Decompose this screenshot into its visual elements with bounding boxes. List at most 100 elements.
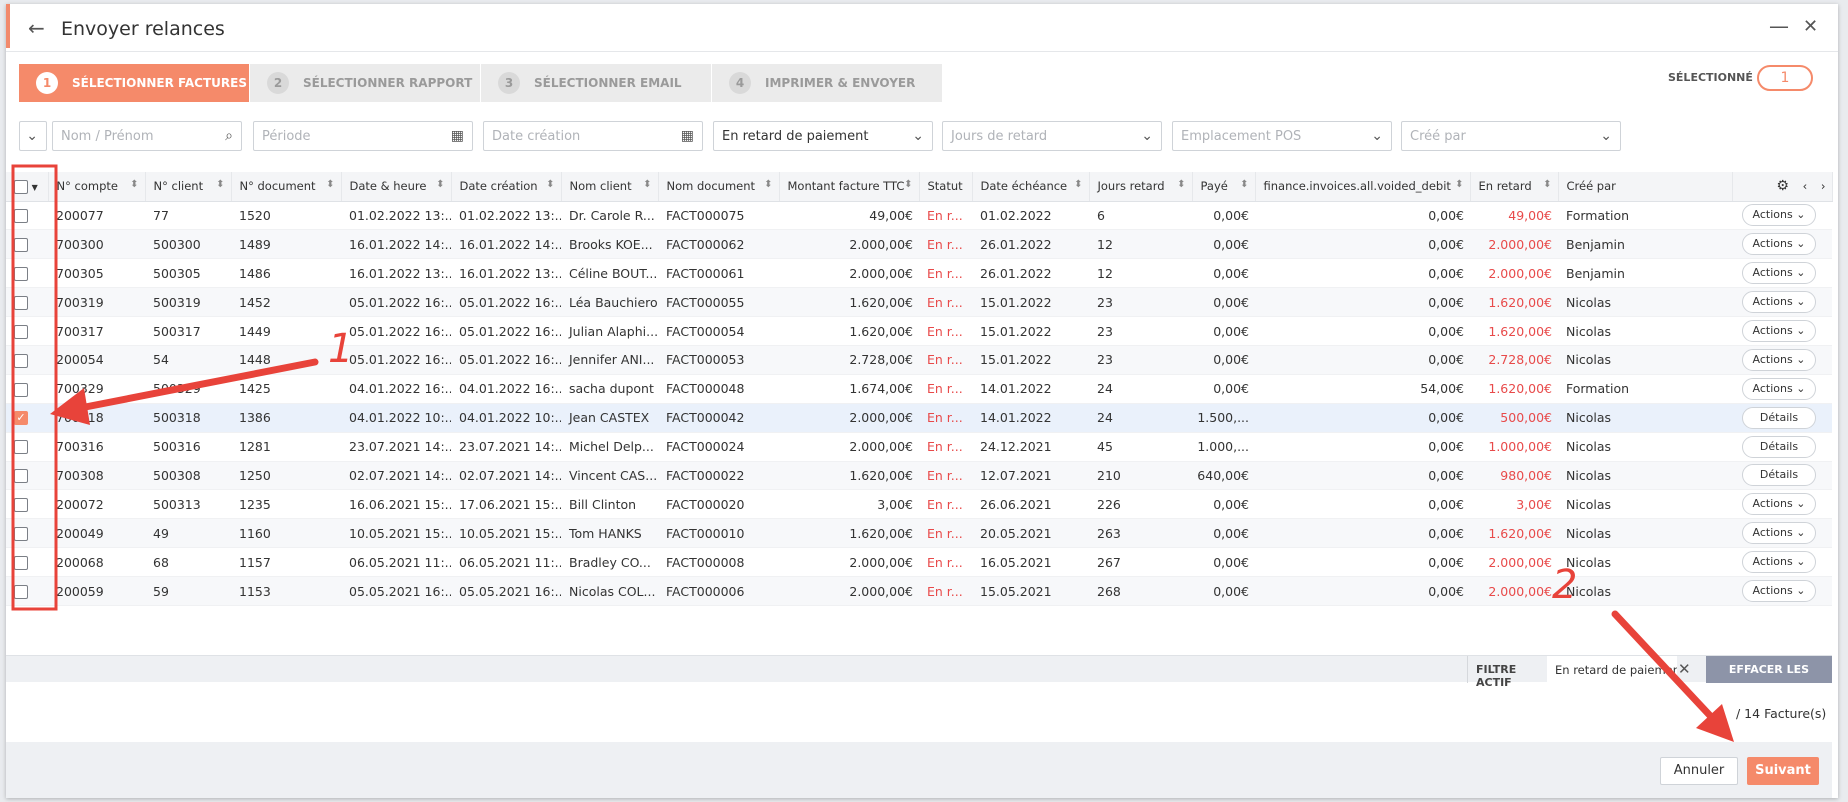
cell-due: 15.01.2022 xyxy=(972,345,1089,375)
cell-select xyxy=(6,432,48,462)
col-datetime[interactable]: Date & heure ⬍ xyxy=(341,172,452,202)
cell-datetime: 16.01.2022 14:... xyxy=(341,229,451,260)
select-all-checkbox[interactable] xyxy=(14,179,28,194)
actions-button[interactable]: Actions ⌄ xyxy=(1742,580,1816,603)
col-amount[interactable]: Montant facture TTC ⬍ xyxy=(779,172,920,202)
col-client[interactable]: N° client ⬍ xyxy=(145,172,232,202)
table-row[interactable]: 700319 500319 1452 05.01.2022 16:... 05.01.2… xyxy=(6,287,1832,318)
step-select-invoices[interactable]: 1 SÉLECTIONNER FACTURES xyxy=(19,64,250,102)
col-doc-name[interactable]: Nom document ⬍ xyxy=(658,172,780,202)
bulk-dropdown[interactable]: ⌄ xyxy=(19,121,47,151)
gear-icon[interactable]: ⚙ xyxy=(1776,178,1789,194)
back-arrow-icon[interactable]: ← xyxy=(28,16,45,40)
cell-amount: 2.000,00€ xyxy=(779,258,919,289)
col-due[interactable]: Date échéance ⬍ xyxy=(972,172,1090,202)
select-all-header[interactable]: ▼ xyxy=(6,172,49,202)
details-button[interactable]: Détails xyxy=(1742,435,1816,458)
table-row[interactable]: 200054 54 1448 05.01.2022 16:... 05.01.2022 … xyxy=(6,345,1832,375)
cell-client: 500317 xyxy=(145,316,231,346)
step-print-send[interactable]: 4 IMPRIMER & ENVOYER xyxy=(712,64,943,102)
row-checkbox[interactable] xyxy=(14,382,28,397)
actions-button[interactable]: Actions ⌄ xyxy=(1742,493,1816,516)
creation-date-input[interactable]: Date création ▦ xyxy=(483,121,703,151)
row-checkbox[interactable] xyxy=(14,324,28,339)
table-row[interactable]: 700300 500300 1489 16.01.2022 14:... 16.01.2… xyxy=(6,229,1832,260)
sort-icon: ⬍ xyxy=(904,179,913,190)
cell-late-days: 23 xyxy=(1089,345,1192,375)
row-checkbox[interactable] xyxy=(14,295,28,310)
col-created[interactable]: Date création ⬍ xyxy=(451,172,562,202)
row-checkbox[interactable] xyxy=(14,440,28,455)
row-checkbox[interactable] xyxy=(14,238,28,253)
details-button[interactable]: Détails xyxy=(1742,406,1816,429)
cell-created-by: Nicolas xyxy=(1558,547,1732,578)
details-button[interactable]: Détails xyxy=(1742,464,1816,487)
row-checkbox[interactable] xyxy=(14,353,28,368)
table-row[interactable]: 700317 500317 1449 05.01.2022 16:... 05.01.2… xyxy=(6,316,1832,346)
table-row[interactable]: 700316 500316 1281 23.07.2021 14:... 23.07.2… xyxy=(6,432,1832,462)
chevron-left-icon[interactable]: ‹ xyxy=(1803,179,1808,193)
col-status[interactable]: Statut xyxy=(919,172,973,202)
col-document[interactable]: N° document ⬍ xyxy=(231,172,342,202)
pos-location-select[interactable]: Emplacement POS ⌄ xyxy=(1172,121,1392,151)
step-number: 3 xyxy=(498,72,520,94)
row-checkbox[interactable] xyxy=(14,555,28,570)
cell-datetime: 01.02.2022 13:... xyxy=(341,201,451,231)
period-input[interactable]: Période ▦ xyxy=(253,121,473,151)
actions-button[interactable]: Actions ⌄ xyxy=(1742,551,1816,574)
col-voided[interactable]: finance.invoices.all.voided_debit ⬍ xyxy=(1255,172,1471,202)
name-search-input[interactable]: Nom / Prénom ⌕ xyxy=(52,121,242,151)
actions-button[interactable]: Actions ⌄ xyxy=(1742,348,1816,371)
row-checkbox[interactable]: ✓ xyxy=(14,411,28,426)
row-checkbox[interactable] xyxy=(14,266,28,281)
cell-document: 1386 xyxy=(231,403,341,433)
cell-datetime: 16.06.2021 15:... xyxy=(341,489,451,520)
clear-filters-button[interactable]: EFFACER LES FILTRES xyxy=(1706,656,1832,703)
late-days-select[interactable]: Jours de retard ⌄ xyxy=(942,121,1162,151)
table-row[interactable]: 200049 49 1160 10.05.2021 15:... 10.05.2021 … xyxy=(6,518,1832,549)
cancel-button[interactable]: Annuler xyxy=(1660,757,1738,785)
row-checkbox[interactable] xyxy=(14,526,28,541)
cell-late-days: 268 xyxy=(1089,576,1192,606)
actions-button[interactable]: Actions ⌄ xyxy=(1742,204,1816,227)
step-select-report[interactable]: 2 SÉLECTIONNER RAPPORT xyxy=(250,64,481,102)
cell-client-name: Jennifer ANI... xyxy=(561,345,658,375)
actions-button[interactable]: Actions ⌄ xyxy=(1742,262,1816,285)
next-button[interactable]: Suivant xyxy=(1747,757,1819,785)
actions-button[interactable]: Actions ⌄ xyxy=(1742,320,1816,342)
col-client-name[interactable]: Nom client ⬍ xyxy=(561,172,659,202)
row-checkbox[interactable] xyxy=(14,209,28,224)
cell-due: 26.01.2022 xyxy=(972,258,1089,289)
status-select[interactable]: En retard de paiement ⌄ xyxy=(713,121,933,151)
col-late-amount[interactable]: En retard ⬍ xyxy=(1470,172,1559,202)
table-row[interactable]: 700305 500305 1486 16.01.2022 13:... 16.01.2… xyxy=(6,258,1832,289)
created-by-select[interactable]: Créé par ⌄ xyxy=(1401,121,1621,151)
chevron-right-icon[interactable]: › xyxy=(1821,179,1826,193)
table-row[interactable]: 200072 500313 1235 16.06.2021 15:... 17.06.2… xyxy=(6,489,1832,520)
minimize-icon[interactable]: — xyxy=(1769,14,1789,38)
row-checkbox[interactable] xyxy=(14,469,28,484)
actions-button[interactable]: Actions ⌄ xyxy=(1742,291,1816,314)
col-late-days[interactable]: Jours retard ⬍ xyxy=(1089,172,1193,202)
table-row[interactable]: ✓ 700318 500318 1386 04.01.2022 10:... 04.01.… xyxy=(6,403,1832,433)
close-icon[interactable]: ✕ xyxy=(1803,16,1818,37)
cell-client: 49 xyxy=(145,518,231,549)
cell-client-name: Brooks KOE... xyxy=(561,229,658,260)
col-account[interactable]: N° compte ⬍ xyxy=(48,172,146,202)
actions-button[interactable]: Actions ⌄ xyxy=(1742,522,1816,545)
step-select-email[interactable]: 3 SÉLECTIONNER EMAIL xyxy=(481,64,712,102)
col-paid[interactable]: Payé ⬍ xyxy=(1192,172,1256,202)
table-row[interactable]: 700329 500329 1425 04.01.2022 16:... 04.01.2… xyxy=(6,374,1832,404)
row-checkbox[interactable] xyxy=(14,584,28,599)
cell-client-name: Céline BOUT... xyxy=(561,258,658,289)
cell-created: 04.01.2022 16:... xyxy=(451,374,561,404)
cell-created: 06.05.2021 11:... xyxy=(451,547,561,578)
table-row[interactable]: 700308 500308 1250 02.07.2021 14:... 02.07.2… xyxy=(6,461,1832,491)
actions-button[interactable]: Actions ⌄ xyxy=(1742,233,1816,256)
remove-filter-icon[interactable]: ✕ xyxy=(1678,660,1691,678)
col-late-amount-label: En retard xyxy=(1478,179,1532,194)
row-checkbox[interactable] xyxy=(14,498,28,513)
actions-button[interactable]: Actions ⌄ xyxy=(1742,377,1816,400)
table-row[interactable]: 200077 77 1520 01.02.2022 13:... 01.02.2022 … xyxy=(6,201,1832,231)
col-created-by[interactable]: Créé par xyxy=(1558,172,1733,202)
